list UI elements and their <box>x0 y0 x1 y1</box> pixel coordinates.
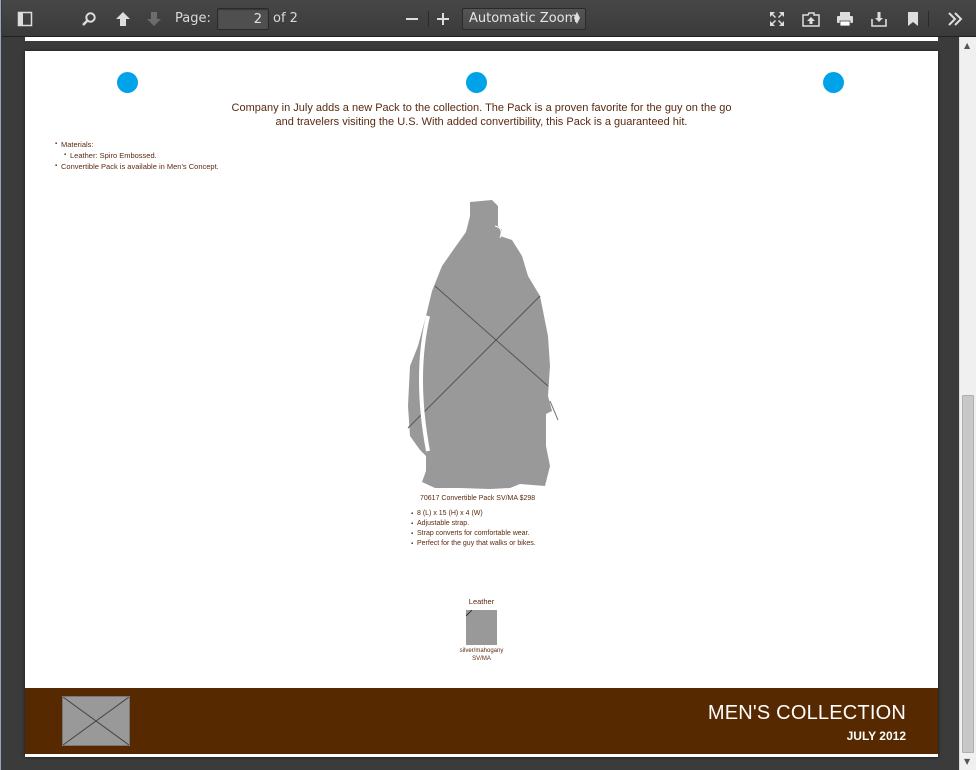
color-swatch <box>466 610 497 645</box>
list-item: Strap converts for comfortable wear. <box>411 529 536 539</box>
swatch-title: Leather <box>468 597 495 606</box>
search-icon <box>82 12 96 26</box>
zoom-in-button[interactable] <box>430 8 456 30</box>
materials-list: Materials: Leather: Spiro Embossed. Conv… <box>55 139 219 172</box>
bookmark-button[interactable] <box>900 8 926 30</box>
swatch-name-line: silver/mahogany <box>459 648 504 654</box>
scroll-up-arrow-icon[interactable]: ▲ <box>964 41 970 50</box>
document-viewer[interactable]: Company in July adds a new Pack to the c… <box>2 37 976 770</box>
list-item: Materials: <box>55 139 219 150</box>
zoom-out-button[interactable] <box>399 8 425 30</box>
print-button[interactable] <box>832 8 858 30</box>
footer-image-placeholder <box>62 696 130 746</box>
previous-page-edge <box>25 37 938 41</box>
double-chevron-right-icon <box>948 12 963 26</box>
find-button[interactable] <box>76 8 102 30</box>
blue-dot <box>823 72 844 93</box>
list-item: Adjustable strap. <box>411 519 536 529</box>
scroll-down-arrow-icon[interactable]: ▼ <box>964 757 970 766</box>
toolbar: Page: of 2 Automatic Zoom ▲▼ <box>2 0 976 37</box>
arrow-up-icon <box>116 12 130 26</box>
page-number-input[interactable] <box>217 8 269 30</box>
blue-dot <box>466 72 487 93</box>
printer-icon <box>837 12 853 27</box>
list-item: Perfect for the guy that walks or bikes. <box>411 539 536 549</box>
page-count: of 2 <box>273 11 298 26</box>
page-label: Page: <box>175 11 211 26</box>
pdf-viewer-window: Page: of 2 Automatic Zoom ▲▼ <box>0 0 976 770</box>
features-list: 8 (L) x 15 (H) x 4 (W) Adjustable strap.… <box>411 509 536 549</box>
toolbar-separator <box>928 11 929 27</box>
blue-dot <box>117 72 138 93</box>
zoom-select-value: Automatic Zoom <box>469 11 578 26</box>
intro-line: Company in July adds a new Pack to the c… <box>231 102 732 114</box>
next-page-button[interactable] <box>141 8 167 30</box>
previous-page-button[interactable] <box>110 8 136 30</box>
open-file-icon <box>802 12 820 27</box>
vertical-scrollbar[interactable]: ▲ ▼ <box>959 37 976 770</box>
product-image-placeholder <box>407 200 559 489</box>
tools-menu-button[interactable] <box>942 8 968 30</box>
page-footer: MEN'S COLLECTION JULY 2012 <box>25 688 938 754</box>
list-item: 8 (L) x 15 (H) x 4 (W) <box>411 509 536 519</box>
minus-icon <box>406 18 418 20</box>
download-button[interactable] <box>866 8 892 30</box>
scrollbar-thumb[interactable] <box>962 395 974 753</box>
download-icon <box>871 12 887 27</box>
toolbar-separator <box>428 11 429 27</box>
list-item: Convertible Pack is available in Men's C… <box>55 161 219 172</box>
sidebar-toggle-button[interactable] <box>12 8 38 30</box>
footer-title: MEN'S COLLECTION <box>707 702 906 724</box>
swatch-name: silver/mahogany SV/MA <box>445 647 518 663</box>
bookmark-icon <box>908 12 918 26</box>
list-item: Leather: Spiro Embossed. <box>64 150 219 161</box>
presentation-mode-button[interactable] <box>764 8 790 30</box>
select-arrows-icon: ▲ ▼ <box>573 10 580 25</box>
intro-paragraph: Company in July adds a new Pack to the c… <box>225 101 738 129</box>
arrow-down-icon <box>147 12 161 26</box>
open-file-button[interactable] <box>798 8 824 30</box>
pdf-page: Company in July adds a new Pack to the c… <box>25 51 938 757</box>
intro-line: and travelers visiting the U.S. With add… <box>275 116 688 128</box>
fullscreen-icon <box>770 12 784 26</box>
product-caption: 70617 Convertible Pack SV/MA $298 <box>420 495 536 502</box>
footer-date: JULY 2012 <box>846 729 906 743</box>
zoom-select[interactable]: Automatic Zoom ▲ ▼ <box>462 8 586 30</box>
swatch-code: SV/MA <box>472 656 491 662</box>
sidebar-icon <box>17 11 33 27</box>
plus-icon <box>437 13 449 25</box>
